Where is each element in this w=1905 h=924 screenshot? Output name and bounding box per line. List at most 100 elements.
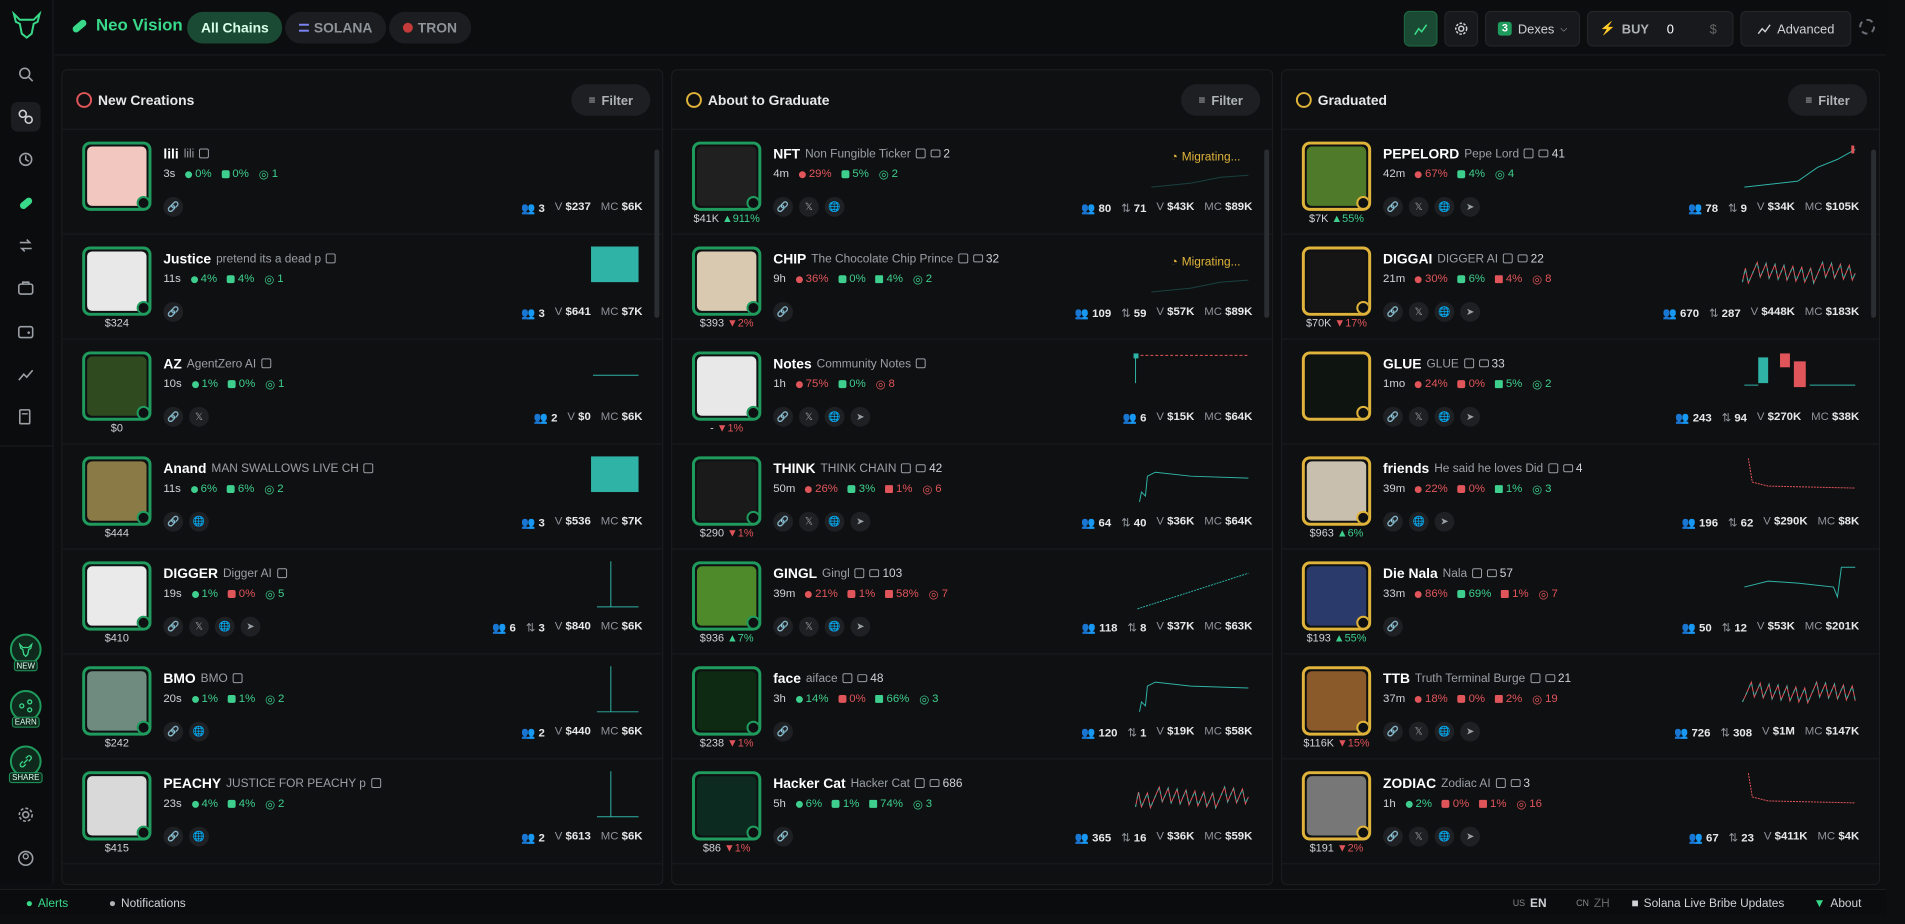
x-icon[interactable]: 𝕏	[1408, 826, 1429, 847]
link-icon[interactable]: 🔗	[1383, 406, 1403, 427]
link-icon[interactable]: 🔗	[773, 721, 793, 742]
token-avatar[interactable]	[692, 141, 762, 211]
tg-icon[interactable]: ➤	[850, 616, 871, 637]
token-row[interactable]: $415 PEACHY JUSTICE FOR PEACHY p 23s 4% 4% ◎ 2 🔗…	[62, 759, 663, 865]
token-ticker[interactable]: friends	[1383, 460, 1429, 476]
link-icon[interactable]: 🔗	[1383, 721, 1403, 742]
tg-icon[interactable]: ➤	[1434, 511, 1455, 532]
token-avatar[interactable]	[82, 141, 152, 211]
token-avatar[interactable]	[692, 246, 762, 316]
token-row[interactable]: $0 AZ AgentZero AI 10s 1% 0% ◎ 1 🔗 𝕏 👥 2 V $0 MC $6K	[62, 340, 663, 445]
token-row[interactable]: $238 ▼1% face aiface 48 3h 14% 0% 66% ◎ 3 🔗 👥 120 ⇅ 1…	[672, 654, 1273, 760]
x-icon[interactable]: 𝕏	[798, 616, 819, 637]
web-icon[interactable]: 🌐	[1434, 406, 1455, 427]
comments-count[interactable]: 3	[1510, 776, 1530, 790]
lang-en-button[interactable]: US EN	[1513, 896, 1547, 910]
token-row[interactable]: $86 ▼1% Hacker Cat Hacker Cat 686 5h 6% 1% 74% ◎ 3…	[672, 759, 1273, 865]
web-icon[interactable]: 🌐	[189, 721, 209, 742]
tg-icon[interactable]: ➤	[1460, 197, 1481, 217]
token-row[interactable]: - ▼1% Notes Community Notes 1h 75% 0% ◎ 8 🔗 𝕏 🌐 ➤ 👥 6…	[672, 340, 1273, 445]
dexes-dropdown[interactable]: 3 Dexes ⌵	[1485, 10, 1581, 47]
buy-control[interactable]: ⚡ BUY 0 $	[1586, 10, 1734, 47]
link-icon[interactable]: 🔗	[163, 406, 184, 427]
token-ticker[interactable]: ZODIAC	[1383, 775, 1436, 791]
comments-count[interactable]: 33	[1478, 356, 1505, 370]
copy-icon[interactable]	[276, 568, 287, 579]
token-ticker[interactable]: Notes	[773, 355, 812, 371]
new-button[interactable]: NEW	[7, 633, 45, 680]
x-icon[interactable]: 𝕏	[189, 406, 209, 427]
token-avatar[interactable]	[1301, 351, 1372, 421]
token-row[interactable]: $324 Justice pretend its a dead p 11s 4% 4% ◎ 1…	[62, 235, 663, 340]
comments-count[interactable]: 42	[916, 461, 942, 475]
token-row[interactable]: $444 Anand MAN SWALLOWS LIVE CH 11s 6% 6% ◎ 2 🔗 🌐…	[62, 445, 663, 550]
settings-icon[interactable]	[11, 800, 41, 830]
copy-icon[interactable]	[1524, 148, 1534, 159]
comments-count[interactable]: 2	[930, 147, 950, 160]
tg-icon[interactable]: ➤	[1460, 721, 1481, 742]
token-avatar[interactable]	[1301, 456, 1372, 526]
token-ticker[interactable]: THINK	[773, 460, 815, 476]
copy-icon[interactable]	[326, 253, 336, 264]
copy-icon[interactable]	[914, 778, 925, 789]
chain-tron[interactable]: TRON	[389, 11, 471, 44]
link-icon[interactable]: 🔗	[163, 616, 184, 637]
settings-button[interactable]	[1444, 10, 1479, 47]
web-icon[interactable]: 🌐	[189, 511, 209, 532]
copy-icon[interactable]	[1463, 358, 1474, 369]
tg-icon[interactable]: ➤	[1460, 301, 1481, 322]
token-row[interactable]: $963 ▲6% friends He said he loves Did 4 39m 22…	[1282, 445, 1880, 550]
comments-count[interactable]: 686	[929, 776, 962, 790]
web-icon[interactable]: 🌐	[189, 826, 209, 847]
scrollbar[interactable]	[1871, 149, 1877, 318]
pill-icon[interactable]	[11, 188, 41, 218]
copy-icon[interactable]	[842, 673, 853, 684]
link-icon[interactable]: 🔗	[773, 301, 793, 322]
token-avatar[interactable]	[82, 771, 152, 841]
web-icon[interactable]: 🌐	[1434, 721, 1455, 742]
token-ticker[interactable]: GLUE	[1383, 355, 1422, 371]
token-avatar[interactable]	[82, 351, 152, 421]
link-icon[interactable]: 🔗	[163, 197, 184, 217]
history-icon[interactable]	[11, 145, 41, 175]
bull-logo-icon[interactable]	[10, 8, 44, 42]
briefcase-icon[interactable]	[11, 273, 41, 303]
web-icon[interactable]: 🌐	[1408, 511, 1429, 532]
token-ticker[interactable]: Die Nala	[1383, 565, 1438, 581]
comments-count[interactable]: 57	[1486, 566, 1513, 580]
share-button[interactable]: SHARE	[7, 745, 45, 791]
token-row[interactable]: lili lili 3s 0% 0% ◎ 1 🔗 👥 3 V $237 MC $6K	[62, 130, 663, 235]
profile-icon[interactable]	[11, 843, 41, 873]
link-icon[interactable]: 🔗	[1383, 301, 1403, 322]
token-list[interactable]: lili lili 3s 0% 0% ◎ 1 🔗 👥 3V $237 MC $6K $324 Just…	[62, 130, 663, 884]
token-avatar[interactable]	[1301, 246, 1372, 316]
about-link[interactable]: ▼ About	[1814, 896, 1862, 910]
tg-icon[interactable]: ➤	[1460, 826, 1481, 847]
link-icon[interactable]: 🔗	[1383, 826, 1403, 847]
tg-icon[interactable]: ➤	[240, 616, 261, 637]
link-icon[interactable]: 🔗	[1383, 616, 1403, 637]
token-row[interactable]: $7K ▲55% PEPELORD Pepe Lord 41 42m 67% 4% ◎ 4 🔗 𝕏 🌐 ➤…	[1282, 130, 1880, 235]
filter-button[interactable]: ≡ Filter	[571, 84, 651, 116]
chart-line-icon[interactable]	[11, 359, 41, 389]
document-search-icon[interactable]	[11, 402, 41, 432]
token-ticker[interactable]: DIGGAI	[1383, 250, 1432, 266]
tg-icon[interactable]: ➤	[1460, 406, 1481, 427]
token-row[interactable]: $936 ▲7% GINGL Gingl 103 39m 21% 1% 58% ◎ 7 🔗 𝕏 🌐 ➤ 👥 1…	[672, 549, 1273, 655]
token-avatar[interactable]	[1301, 561, 1372, 631]
token-row[interactable]: GLUE GLUE 33 1mo 24% 0% 5% ◎ 2 🔗 𝕏 🌐 ➤ 👥 243 ⇅ 94 V $27…	[1282, 340, 1880, 445]
copy-icon[interactable]	[1502, 253, 1513, 264]
filter-button[interactable]: ≡ Filter	[1787, 84, 1868, 116]
copy-icon[interactable]	[1495, 778, 1506, 789]
bribe-updates-link[interactable]: ■ Solana Live Bribe Updates	[1632, 896, 1785, 910]
token-ticker[interactable]: Anand	[163, 460, 206, 476]
token-avatar[interactable]	[692, 666, 762, 736]
x-icon[interactable]: 𝕏	[798, 511, 819, 532]
copy-icon[interactable]	[1472, 568, 1482, 579]
link-icon[interactable]: 🔗	[773, 511, 793, 532]
token-ticker[interactable]: lili	[163, 146, 178, 162]
link-icon[interactable]: 🔗	[773, 197, 793, 217]
link-icon[interactable]: 🔗	[1383, 511, 1403, 532]
copy-icon[interactable]	[916, 358, 926, 369]
token-avatar[interactable]	[82, 561, 152, 631]
